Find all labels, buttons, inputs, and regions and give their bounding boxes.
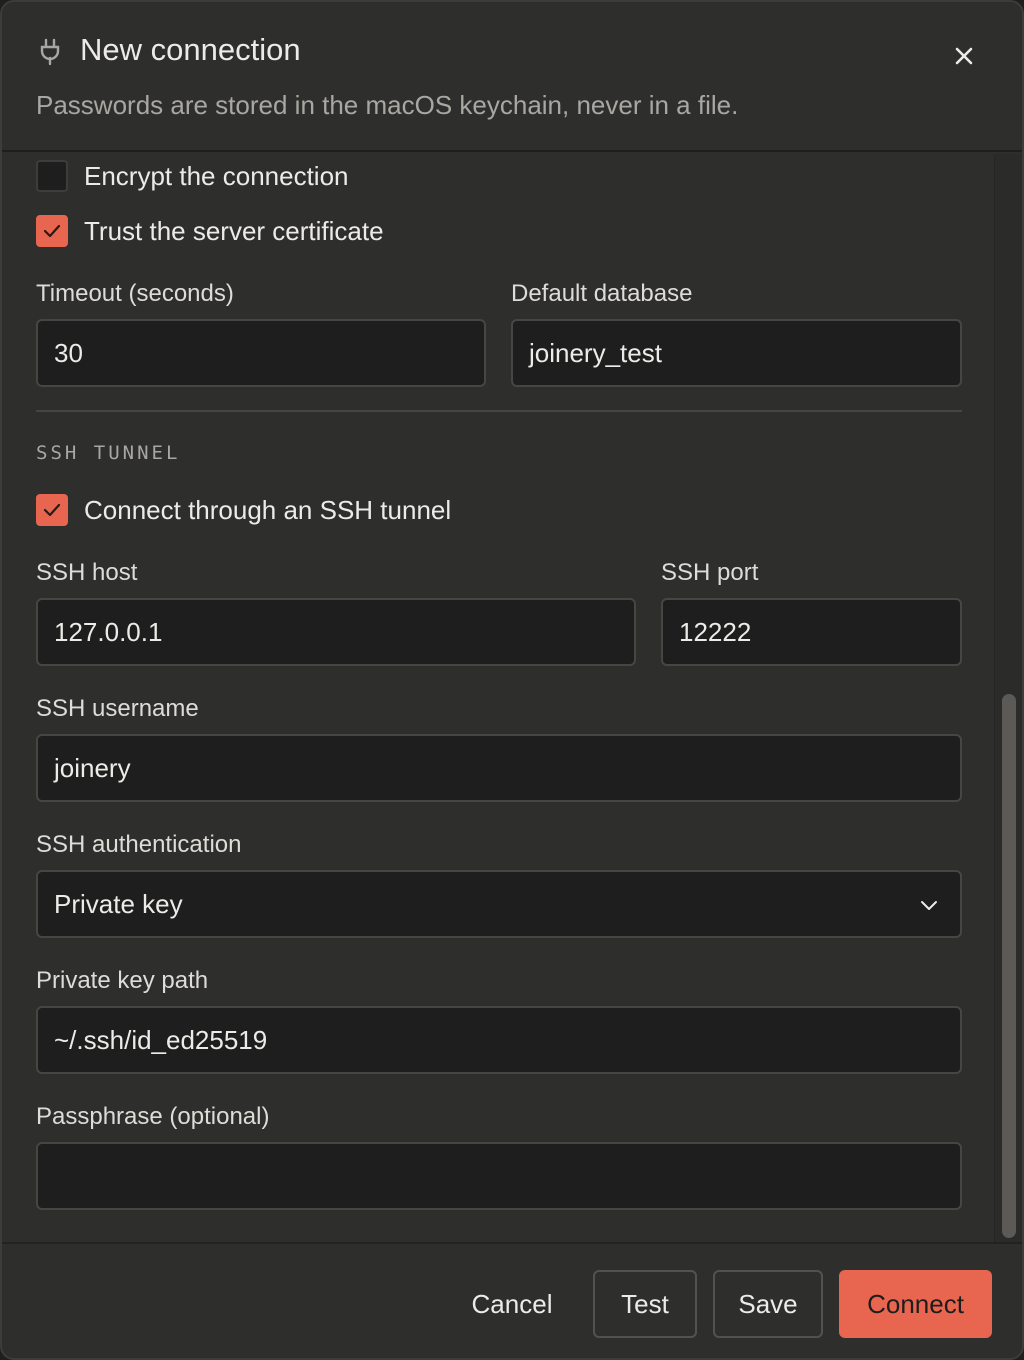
ssh-authentication-value: Private key (54, 888, 183, 919)
connect-button[interactable]: Connect (839, 1270, 992, 1338)
ssh-tunnel-checkbox[interactable] (36, 494, 68, 526)
ssh-authentication-select[interactable]: Private key (36, 870, 962, 938)
dialog-header: New connection Passwords are stored in t… (2, 2, 1022, 152)
trust-certificate-checkbox[interactable] (36, 215, 68, 247)
ssh-authentication-label: SSH authentication (36, 831, 242, 858)
checkmark-icon (43, 503, 61, 517)
dialog-footer: Cancel Test Save Connect (2, 1242, 1022, 1358)
encrypt-checkbox[interactable] (36, 160, 68, 192)
save-button[interactable]: Save (713, 1270, 823, 1338)
encrypt-label: Encrypt the connection (84, 160, 349, 191)
ssh-section-title: SSH TUNNEL (36, 442, 181, 464)
ssh-tunnel-option[interactable]: Connect through an SSH tunnel (36, 493, 451, 527)
close-icon[interactable] (946, 38, 982, 74)
new-connection-dialog: New connection Passwords are stored in t… (0, 0, 1024, 1360)
timeout-input[interactable]: 30 (36, 319, 486, 387)
ssh-username-input[interactable]: joinery (36, 734, 962, 802)
chevron-down-icon (921, 901, 937, 910)
test-button[interactable]: Test (593, 1270, 697, 1338)
ssh-host-input[interactable]: 127.0.0.1 (36, 598, 636, 666)
checkmark-icon (43, 224, 61, 238)
default-database-input[interactable]: joinery_test (511, 319, 962, 387)
private-key-path-label: Private key path (36, 967, 209, 994)
cancel-button[interactable]: Cancel (456, 1270, 568, 1338)
passphrase-input[interactable] (36, 1142, 962, 1210)
private-key-path-input[interactable]: ~/.ssh/id_ed25519 (36, 1006, 962, 1074)
ssh-port-label: SSH port (661, 559, 759, 586)
encrypt-option[interactable]: Encrypt the connection (36, 159, 349, 193)
section-divider (36, 410, 962, 412)
default-database-label: Default database (511, 280, 693, 307)
ssh-host-label: SSH host (36, 559, 138, 586)
passphrase-label: Passphrase (optional) (36, 1103, 270, 1130)
ssh-tunnel-label: Connect through an SSH tunnel (84, 494, 452, 525)
trust-certificate-label: Trust the server certificate (84, 215, 384, 246)
dialog-subtitle: Passwords are stored in the macOS keycha… (36, 90, 739, 120)
ssh-username-label: SSH username (36, 695, 199, 722)
scrollbar-thumb[interactable] (1002, 694, 1016, 1238)
timeout-label: Timeout (seconds) (36, 280, 234, 307)
ssh-port-input[interactable]: 12222 (661, 598, 962, 666)
trust-certificate-option[interactable]: Trust the server certificate (36, 214, 384, 248)
dialog-title: New connection (80, 32, 301, 67)
plug-icon (40, 38, 60, 66)
